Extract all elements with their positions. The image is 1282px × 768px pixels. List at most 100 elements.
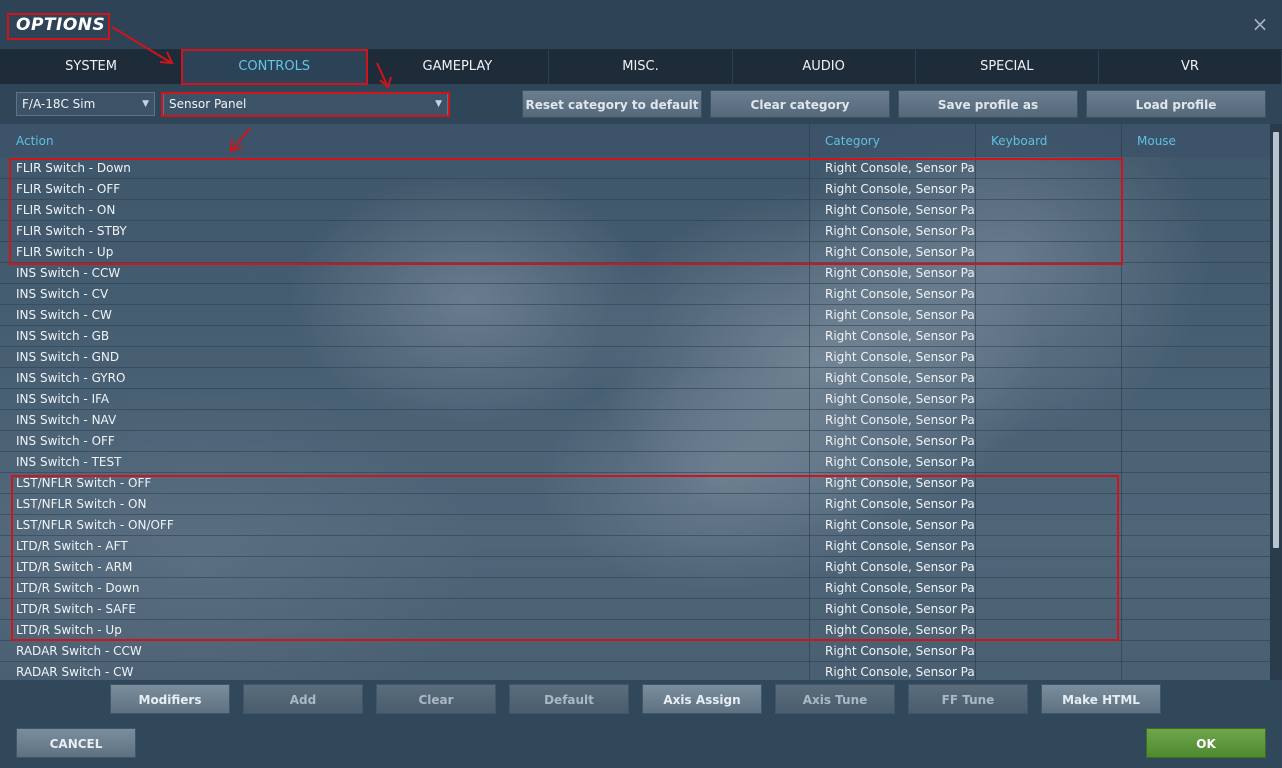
add-button[interactable]: Add (243, 684, 363, 714)
category-cell: Right Console, Sensor Pan (825, 203, 975, 217)
chevron-down-icon: ▼ (435, 99, 442, 109)
table-row[interactable]: LST/NFLR Switch - ON/OFF Right Console, S… (0, 515, 1270, 536)
chevron-down-icon: ▼ (142, 99, 149, 109)
table-row[interactable]: INS Switch - CV Right Console, Sensor Pan (0, 284, 1270, 305)
default-button[interactable]: Default (509, 684, 629, 714)
bottom-bar: Modifiers Add Clear Default Axis Assign … (0, 680, 1282, 768)
table-row[interactable]: INS Switch - CCW Right Console, Sensor Pa… (0, 263, 1270, 284)
clear-category-button[interactable]: Clear category (710, 90, 890, 118)
table-row[interactable]: FLIR Switch - Down Right Console, Sensor … (0, 158, 1270, 179)
action-cell: FLIR Switch - OFF (16, 182, 121, 196)
action-cell: FLIR Switch - ON (16, 203, 116, 217)
axis-assign-button[interactable]: Axis Assign (642, 684, 762, 714)
tab-gameplay[interactable]: GAMEPLAY (366, 50, 550, 84)
tab-audio[interactable]: AUDIO (732, 50, 916, 84)
category-cell: Right Console, Sensor Pan (825, 455, 975, 469)
table-row[interactable]: INS Switch - GND Right Console, Sensor Pa… (0, 347, 1270, 368)
table-row[interactable]: INS Switch - NAV Right Console, Sensor Pa… (0, 410, 1270, 431)
action-cell: INS Switch - CCW (16, 266, 121, 280)
table-row[interactable]: LTD/R Switch - Down Right Console, Sensor… (0, 578, 1270, 599)
bindings-table: Action Category Keyboard Mouse FLIR Swit… (0, 124, 1282, 683)
header-action[interactable]: Action (16, 134, 54, 148)
table-header: Action Category Keyboard Mouse (0, 124, 1270, 157)
table-row[interactable]: INS Switch - CW Right Console, Sensor Pan (0, 305, 1270, 326)
controls-toolbar: F/A-18C Sim ▼ Sensor Panel ▼ Reset categ… (0, 84, 1282, 124)
cancel-button[interactable]: CANCEL (16, 728, 136, 758)
save-profile-button[interactable]: Save profile as (898, 90, 1078, 118)
table-row[interactable]: FLIR Switch - OFF Right Console, Sensor P… (0, 179, 1270, 200)
table-row[interactable]: LST/NFLR Switch - ON Right Console, Senso… (0, 494, 1270, 515)
make-html-button[interactable]: Make HTML (1041, 684, 1161, 714)
action-cell: INS Switch - NAV (16, 413, 117, 427)
header-mouse[interactable]: Mouse (1137, 134, 1176, 148)
action-cell: LTD/R Switch - AFT (16, 539, 128, 553)
table-row[interactable]: FLIR Switch - STBY Right Console, Sensor … (0, 221, 1270, 242)
table-row[interactable]: INS Switch - GYRO Right Console, Sensor P… (0, 368, 1270, 389)
close-icon[interactable]: × (1250, 14, 1270, 34)
table-row[interactable]: INS Switch - OFF Right Console, Sensor Pa… (0, 431, 1270, 452)
header-category[interactable]: Category (825, 134, 880, 148)
ok-button[interactable]: OK (1146, 728, 1266, 758)
table-row[interactable]: INS Switch - IFA Right Console, Sensor Pa… (0, 389, 1270, 410)
table-row[interactable]: LTD/R Switch - SAFE Right Console, Sensor… (0, 599, 1270, 620)
action-cell: FLIR Switch - Down (16, 161, 131, 175)
category-cell: Right Console, Sensor Pan (825, 581, 975, 595)
table-row[interactable]: LST/NFLR Switch - OFF Right Console, Sens… (0, 473, 1270, 494)
tab-misc[interactable]: MISC. (549, 50, 733, 84)
aircraft-select[interactable]: F/A-18C Sim ▼ (16, 92, 155, 116)
category-cell: Right Console, Sensor Pan (825, 371, 975, 385)
tab-vr[interactable]: VR (1098, 50, 1282, 84)
tab-system[interactable]: SYSTEM (0, 50, 184, 84)
ff-tune-button[interactable]: FF Tune (908, 684, 1028, 714)
action-cell: LTD/R Switch - ARM (16, 560, 133, 574)
action-cell: INS Switch - CV (16, 287, 109, 301)
category-cell: Right Console, Sensor Pan (825, 224, 975, 238)
action-cell: FLIR Switch - STBY (16, 224, 127, 238)
tab-bar: SYSTEM CONTROLS GAMEPLAY MISC. AUDIO SPE… (0, 50, 1282, 84)
action-cell: LST/NFLR Switch - OFF (16, 476, 152, 490)
table-row[interactable]: FLIR Switch - ON Right Console, Sensor Pa… (0, 200, 1270, 221)
category-cell: Right Console, Sensor Pan (825, 560, 975, 574)
action-cell: RADAR Switch - CW (16, 665, 134, 679)
action-cell: LST/NFLR Switch - ON/OFF (16, 518, 174, 532)
category-cell: Right Console, Sensor Pan (825, 623, 975, 637)
action-cell: LTD/R Switch - SAFE (16, 602, 136, 616)
table-row[interactable]: INS Switch - GB Right Console, Sensor Pan (0, 326, 1270, 347)
action-cell: INS Switch - GYRO (16, 371, 126, 385)
category-cell: Right Console, Sensor Pan (825, 161, 975, 175)
reset-category-button[interactable]: Reset category to default (522, 90, 702, 118)
category-cell: Right Console, Sensor Pan (825, 539, 975, 553)
action-cell: INS Switch - GB (16, 329, 110, 343)
table-row[interactable]: LTD/R Switch - Up Right Console, Sensor P… (0, 620, 1270, 641)
category-cell: Right Console, Sensor Pan (825, 518, 975, 532)
action-cell: INS Switch - CW (16, 308, 112, 322)
table-row[interactable]: LTD/R Switch - AFT Right Console, Sensor … (0, 536, 1270, 557)
category-cell: Right Console, Sensor Pan (825, 287, 975, 301)
table-row[interactable]: FLIR Switch - Up Right Console, Sensor Pa… (0, 242, 1270, 263)
header-keyboard[interactable]: Keyboard (991, 134, 1047, 148)
category-cell: Right Console, Sensor Pan (825, 413, 975, 427)
category-select[interactable]: Sensor Panel ▼ (163, 92, 448, 116)
tab-special[interactable]: SPECIAL (915, 50, 1099, 84)
category-cell: Right Console, Sensor Pan (825, 329, 975, 343)
clear-button[interactable]: Clear (376, 684, 496, 714)
axis-tune-button[interactable]: Axis Tune (775, 684, 895, 714)
scrollbar-thumb[interactable] (1273, 132, 1279, 548)
category-cell: Right Console, Sensor Pan (825, 308, 975, 322)
action-cell: INS Switch - TEST (16, 455, 122, 469)
tab-controls[interactable]: CONTROLS (183, 50, 367, 84)
load-profile-button[interactable]: Load profile (1086, 90, 1266, 118)
action-cell: LTD/R Switch - Down (16, 581, 140, 595)
window-title: OPTIONS (16, 15, 106, 35)
table-row[interactable]: LTD/R Switch - ARM Right Console, Sensor … (0, 557, 1270, 578)
vertical-scrollbar[interactable] (1270, 124, 1282, 680)
action-cell: INS Switch - GND (16, 350, 120, 364)
action-cell: INS Switch - OFF (16, 434, 115, 448)
category-select-value: Sensor Panel (169, 97, 247, 111)
action-cell: INS Switch - IFA (16, 392, 110, 406)
table-row[interactable]: RADAR Switch - CCW Right Console, Sensor … (0, 641, 1270, 662)
modifiers-button[interactable]: Modifiers (110, 684, 230, 714)
category-cell: Right Console, Sensor Pan (825, 644, 975, 658)
table-row[interactable]: INS Switch - TEST Right Console, Sensor P… (0, 452, 1270, 473)
category-cell: Right Console, Sensor Pan (825, 602, 975, 616)
